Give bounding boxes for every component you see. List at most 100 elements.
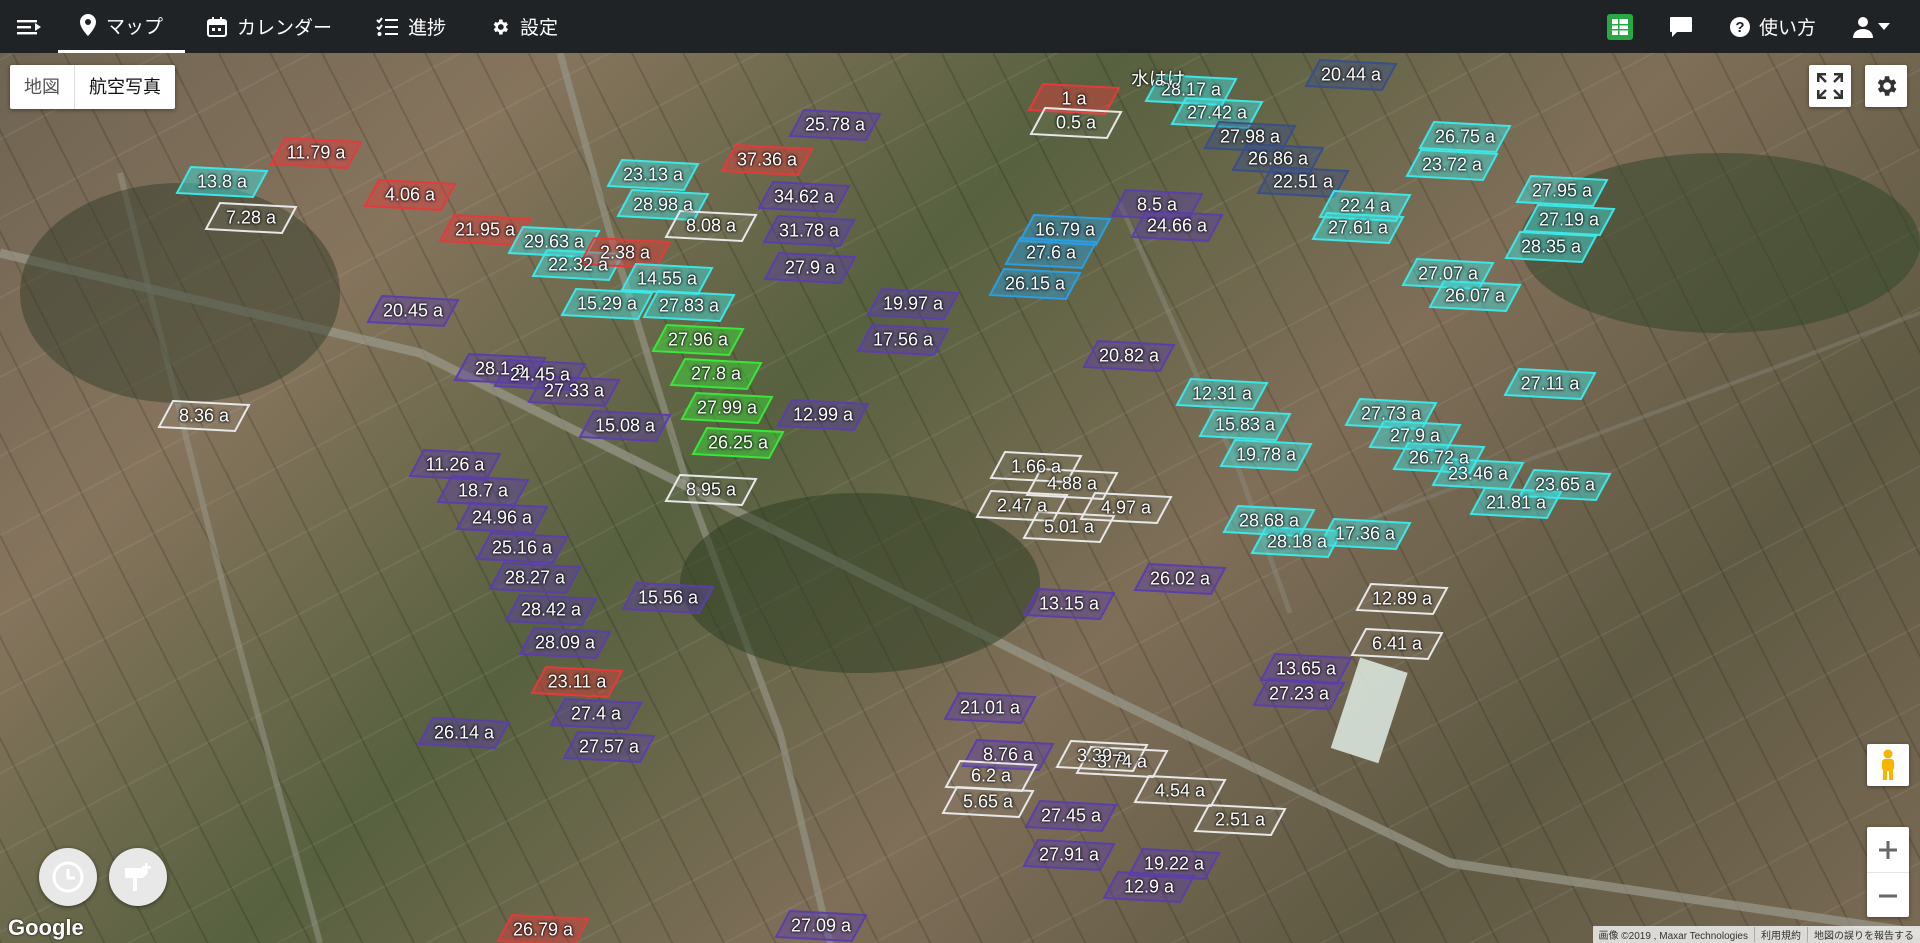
field-polygon[interactable] bbox=[1522, 203, 1616, 237]
field-polygon[interactable] bbox=[1133, 774, 1227, 808]
field-polygon[interactable] bbox=[774, 909, 868, 943]
field-polygon[interactable] bbox=[366, 294, 460, 328]
field-polygon[interactable] bbox=[1004, 236, 1098, 270]
field-polygon[interactable] bbox=[776, 398, 870, 432]
nav-tab-progress[interactable]: 進捗 bbox=[354, 0, 468, 53]
field-polygon[interactable] bbox=[562, 730, 656, 764]
field-polygon[interactable] bbox=[1175, 377, 1269, 411]
field-polygon[interactable] bbox=[455, 501, 549, 535]
account-menu-button[interactable] bbox=[1834, 0, 1920, 53]
fullscreen-button[interactable] bbox=[1809, 65, 1851, 107]
user-icon bbox=[1853, 16, 1873, 38]
field-polygon[interactable] bbox=[1350, 627, 1444, 661]
field-polygon[interactable] bbox=[1318, 517, 1412, 551]
report-error-link[interactable]: 地図の誤りを報告する bbox=[1807, 927, 1920, 942]
nav-tab-map[interactable]: マップ bbox=[58, 0, 186, 53]
add-field-marker-button[interactable] bbox=[109, 848, 167, 906]
field-polygon[interactable] bbox=[1503, 367, 1597, 401]
field-polygon[interactable] bbox=[606, 158, 700, 192]
field-polygon[interactable] bbox=[1469, 486, 1563, 520]
field-polygon[interactable] bbox=[496, 913, 590, 943]
field-polygon[interactable] bbox=[488, 561, 582, 595]
field-polygon[interactable] bbox=[1304, 58, 1398, 92]
field-polygon[interactable] bbox=[620, 262, 714, 296]
field-polygon[interactable] bbox=[1428, 279, 1522, 313]
field-polygon[interactable] bbox=[436, 474, 530, 508]
field-polygon[interactable] bbox=[518, 626, 612, 660]
field-polygon[interactable] bbox=[269, 136, 363, 170]
clock-icon bbox=[52, 861, 84, 893]
field-polygon[interactable] bbox=[475, 531, 569, 565]
field-polygon[interactable] bbox=[1252, 677, 1346, 711]
field-polygon[interactable] bbox=[1082, 339, 1176, 373]
field-polygon[interactable] bbox=[988, 267, 1082, 301]
field-polygon[interactable] bbox=[757, 180, 851, 214]
field-polygon[interactable] bbox=[157, 399, 251, 433]
field-polygon[interactable] bbox=[866, 287, 960, 321]
field-polygon[interactable] bbox=[578, 409, 672, 443]
map-type-map-button[interactable]: 地図 bbox=[10, 65, 74, 109]
field-polygon[interactable] bbox=[1193, 803, 1287, 837]
field-polygon[interactable] bbox=[1418, 120, 1512, 154]
field-polygon[interactable] bbox=[1102, 870, 1196, 904]
field-polygon[interactable] bbox=[549, 697, 643, 731]
field-polygon[interactable] bbox=[642, 289, 736, 323]
field-polygon[interactable] bbox=[175, 165, 269, 199]
nav-tab-settings[interactable]: 設定 bbox=[468, 0, 580, 53]
field-polygon[interactable] bbox=[762, 214, 856, 248]
field-polygon[interactable] bbox=[1405, 148, 1499, 182]
field-polygon[interactable] bbox=[621, 581, 715, 615]
field-polygon[interactable] bbox=[530, 665, 624, 699]
field-polygon[interactable] bbox=[1219, 438, 1313, 472]
field-polygon[interactable] bbox=[1431, 457, 1525, 491]
street-view-pegman-button[interactable] bbox=[1867, 744, 1909, 786]
field-polygon[interactable] bbox=[720, 143, 814, 177]
field-polygon[interactable] bbox=[651, 323, 745, 357]
field-polygon[interactable] bbox=[1355, 582, 1449, 616]
terms-link[interactable]: 利用規約 bbox=[1754, 927, 1807, 942]
field-polygon[interactable] bbox=[1022, 838, 1116, 872]
help-button[interactable]: ? 使い方 bbox=[1711, 0, 1834, 53]
field-polygons-layer bbox=[157, 58, 1616, 943]
zoom-out-button[interactable] bbox=[1867, 873, 1909, 918]
field-polygon[interactable] bbox=[560, 287, 654, 321]
field-polygon[interactable] bbox=[363, 178, 457, 212]
field-polygon[interactable] bbox=[578, 236, 672, 270]
field-polygon[interactable] bbox=[1198, 408, 1292, 442]
nav-tab-label: カレンダー bbox=[237, 18, 333, 39]
field-polygon[interactable] bbox=[664, 209, 758, 243]
field-polygon[interactable] bbox=[856, 323, 950, 357]
field-polygon[interactable] bbox=[664, 473, 758, 507]
field-polygon[interactable] bbox=[504, 593, 598, 627]
field-polygon[interactable] bbox=[691, 426, 785, 460]
spreadsheet-button[interactable] bbox=[1589, 0, 1651, 53]
checklist-icon bbox=[376, 16, 399, 36]
nav-tab-calendar[interactable]: カレンダー bbox=[185, 0, 354, 53]
satellite-map[interactable]: 11.79 a 13.8 a 4.06 a 7.28 a 21.95 a 29.63 a2… bbox=[0, 53, 1920, 943]
field-polygon[interactable] bbox=[1022, 510, 1116, 544]
field-polygon[interactable] bbox=[417, 716, 511, 750]
field-polygon[interactable] bbox=[1029, 106, 1123, 140]
field-polygon[interactable] bbox=[788, 108, 882, 142]
zoom-in-button[interactable] bbox=[1867, 827, 1909, 873]
map-settings-button[interactable] bbox=[1865, 65, 1907, 107]
map-type-satellite-button[interactable]: 航空写真 bbox=[74, 65, 175, 109]
field-polygon[interactable] bbox=[680, 391, 774, 425]
field-polygon[interactable] bbox=[1075, 745, 1169, 779]
field-polygon[interactable] bbox=[204, 201, 298, 235]
field-polygon[interactable] bbox=[943, 691, 1037, 725]
field-polygon[interactable] bbox=[669, 357, 763, 391]
field-polygon[interactable] bbox=[1311, 211, 1405, 245]
field-polygon[interactable] bbox=[763, 251, 857, 285]
field-polygon[interactable] bbox=[527, 374, 621, 408]
field-polygon[interactable] bbox=[1130, 209, 1224, 243]
messages-button[interactable] bbox=[1651, 0, 1711, 53]
field-polygon[interactable] bbox=[1022, 587, 1116, 621]
field-polygon[interactable] bbox=[1504, 230, 1598, 264]
menu-toggle-button[interactable] bbox=[0, 0, 58, 53]
field-polygon[interactable] bbox=[1024, 799, 1118, 833]
field-polygon[interactable] bbox=[941, 785, 1035, 819]
field-polygon[interactable] bbox=[1515, 174, 1609, 208]
field-polygon[interactable] bbox=[1133, 562, 1227, 596]
history-button[interactable] bbox=[39, 848, 97, 906]
